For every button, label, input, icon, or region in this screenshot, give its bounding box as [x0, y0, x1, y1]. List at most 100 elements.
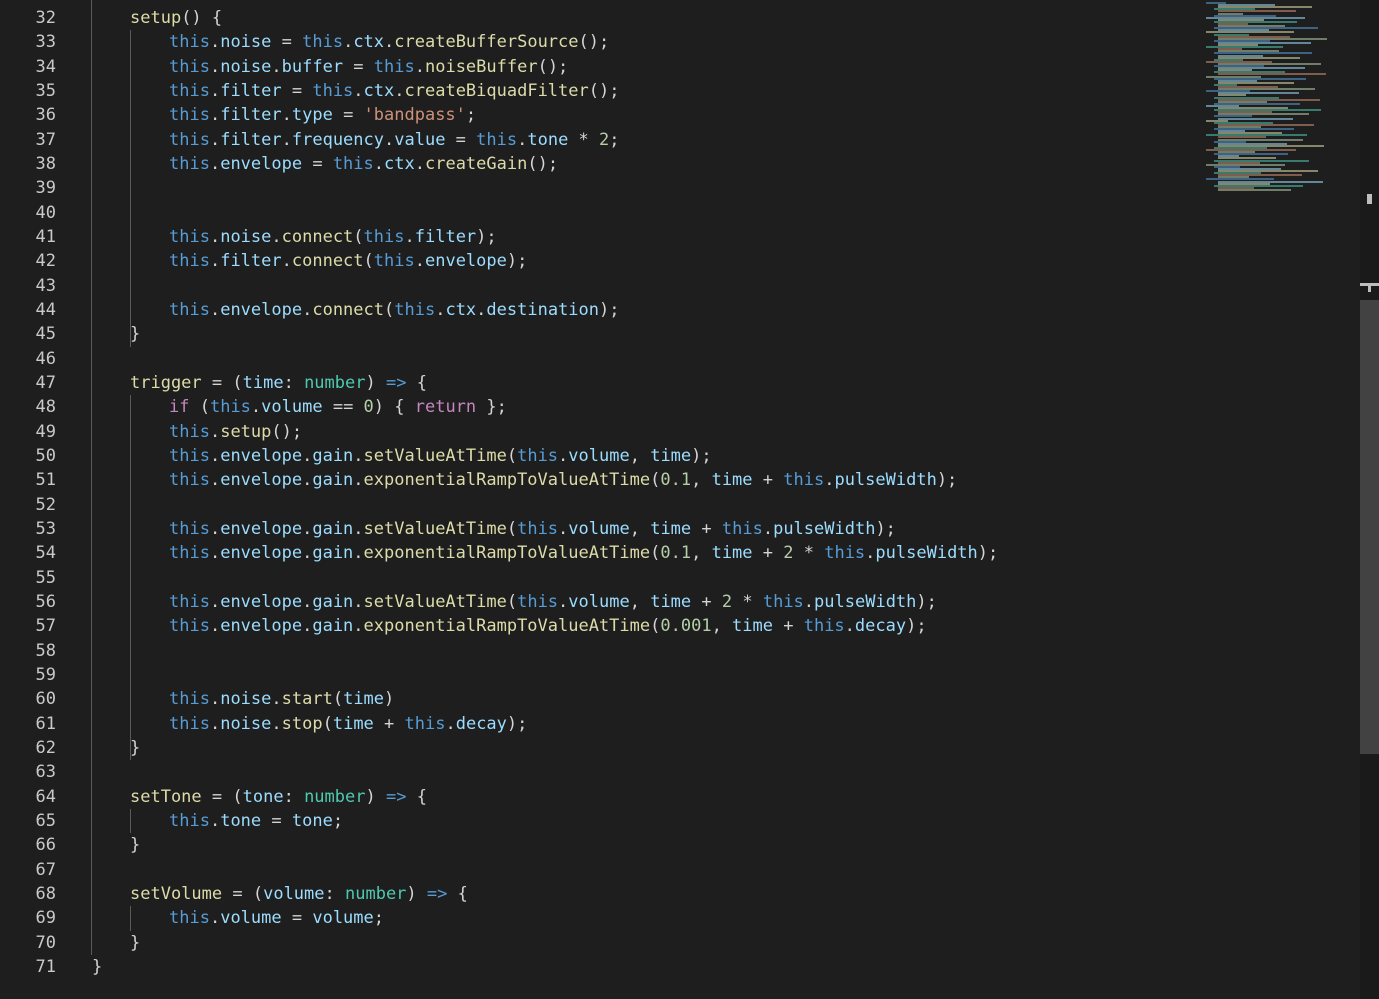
- code-token: .: [353, 445, 364, 466]
- code-line[interactable]: this.envelope.gain.exponentialRampToValu…: [169, 468, 957, 492]
- code-line[interactable]: this.noise.buffer = this.noiseBuffer();: [169, 55, 568, 79]
- code-area[interactable]: setup() {this.noise = this.ctx.createBuf…: [0, 0, 1200, 999]
- code-line[interactable]: setTone = (tone: number) => {: [130, 785, 427, 809]
- minimap-line: [1218, 188, 1291, 191]
- code-token: .: [302, 518, 313, 539]
- code-token: 2: [599, 129, 610, 150]
- indent-guide: [130, 906, 131, 931]
- code-line[interactable]: this.envelope.gain.setValueAtTime(this.v…: [169, 517, 896, 541]
- code-token: ,: [711, 616, 733, 637]
- code-line[interactable]: this.filter.connect(this.envelope);: [169, 249, 527, 273]
- code-line[interactable]: }: [130, 322, 140, 346]
- code-line[interactable]: this.setup();: [169, 420, 302, 444]
- code-token: ;: [465, 105, 477, 126]
- code-token: number: [345, 883, 407, 904]
- code-token: (: [332, 689, 344, 710]
- code-line[interactable]: this.tone = tone;: [169, 809, 343, 833]
- code-line[interactable]: this.filter.frequency.value = this.tone …: [169, 128, 620, 152]
- code-token: =: [343, 56, 374, 77]
- code-line[interactable]: this.envelope.gain.exponentialRampToValu…: [169, 614, 927, 638]
- code-line[interactable]: if (this.volume == 0) { return };: [169, 395, 507, 419]
- code-token: (: [353, 226, 364, 247]
- code-token: volume: [312, 908, 374, 929]
- code-token: tone: [527, 129, 569, 150]
- code-token: .: [209, 299, 221, 320]
- code-token: =: [281, 908, 313, 929]
- code-token: decay: [455, 713, 507, 734]
- code-line[interactable]: this.volume = volume;: [169, 906, 384, 930]
- code-line[interactable]: trigger = (time: number) => {: [130, 371, 427, 395]
- code-token: .: [558, 591, 569, 612]
- code-line[interactable]: this.envelope = this.ctx.createGain();: [169, 152, 558, 176]
- code-token: this: [721, 518, 763, 539]
- code-token: start: [281, 689, 333, 710]
- code-token: );: [476, 226, 497, 247]
- code-line[interactable]: this.envelope.gain.exponentialRampToValu…: [169, 541, 998, 565]
- code-token: this: [783, 470, 825, 491]
- code-line[interactable]: this.filter.type = 'bandpass';: [169, 103, 476, 127]
- code-line[interactable]: setup() {: [130, 6, 222, 30]
- code-token: .: [353, 616, 364, 637]
- code-line[interactable]: this.noise = this.ctx.createBufferSource…: [169, 30, 609, 54]
- code-token: filter: [220, 105, 282, 126]
- code-token: (: [363, 251, 374, 272]
- code-line[interactable]: this.noise.connect(this.filter);: [169, 225, 497, 249]
- code-line[interactable]: this.envelope.connect(this.ctx.destinati…: [169, 298, 620, 322]
- code-token: .: [302, 616, 313, 637]
- code-token: this: [169, 226, 210, 247]
- code-token: .: [824, 470, 835, 491]
- code-token: .: [271, 689, 282, 710]
- code-token: time: [650, 518, 692, 539]
- code-token: gain: [312, 445, 354, 466]
- code-token: noise: [220, 226, 272, 247]
- code-token: ): [365, 786, 386, 807]
- code-token: 0.001: [660, 616, 712, 637]
- code-token: (: [506, 445, 518, 466]
- code-token: }: [130, 932, 141, 953]
- code-token: .: [209, 251, 221, 272]
- code-token: time: [343, 689, 385, 710]
- indent-guide: [130, 808, 131, 834]
- code-editor[interactable]: 32 33 34 35 36 37 38 39 40 41 42 43 44 45 46 47 48 49 50 51…: [0, 0, 1379, 999]
- code-token: .: [271, 226, 282, 247]
- code-token: destination: [486, 299, 600, 320]
- code-token: envelope: [220, 591, 303, 612]
- code-token: this: [169, 105, 210, 126]
- code-token: type: [291, 105, 333, 126]
- code-token: time: [711, 543, 753, 564]
- code-token: noise: [220, 713, 272, 734]
- code-line[interactable]: }: [130, 931, 140, 955]
- code-token: :: [283, 372, 305, 393]
- code-line[interactable]: this.filter = this.ctx.createBiquadFilte…: [169, 79, 619, 103]
- code-token: 2: [721, 591, 733, 612]
- code-token: .: [353, 518, 364, 539]
- code-token: .: [271, 713, 282, 734]
- code-token: .: [281, 105, 292, 126]
- code-token: .: [844, 616, 855, 637]
- vertical-scrollbar[interactable]: [1360, 0, 1379, 999]
- minimap[interactable]: [1200, 0, 1350, 200]
- code-token: createBufferSource: [394, 32, 579, 53]
- code-token: .: [517, 129, 528, 150]
- code-token: (: [506, 591, 518, 612]
- code-token: number: [304, 372, 366, 393]
- code-line[interactable]: }: [92, 955, 102, 979]
- code-line[interactable]: }: [130, 736, 140, 760]
- code-line[interactable]: setVolume = (volume: number) => {: [130, 882, 468, 906]
- code-token: ): [406, 883, 427, 904]
- code-token: this: [517, 591, 559, 612]
- code-token: this: [169, 470, 210, 491]
- code-line[interactable]: this.noise.stop(time + this.decay);: [169, 712, 527, 736]
- code-token: noise: [220, 689, 272, 710]
- code-token: ();: [537, 56, 569, 77]
- code-line[interactable]: this.envelope.gain.setValueAtTime(this.v…: [169, 590, 937, 614]
- code-token: this: [517, 445, 559, 466]
- scrollbar-thumb[interactable]: [1360, 299, 1379, 755]
- code-line[interactable]: this.envelope.gain.setValueAtTime(this.v…: [169, 444, 712, 468]
- code-token: +: [752, 543, 784, 564]
- code-token: tone: [291, 810, 333, 831]
- code-token: =: [281, 80, 313, 101]
- code-line[interactable]: this.noise.start(time): [169, 687, 394, 711]
- code-line[interactable]: }: [130, 833, 140, 857]
- code-token: exponentialRampToValueAtTime: [363, 616, 651, 637]
